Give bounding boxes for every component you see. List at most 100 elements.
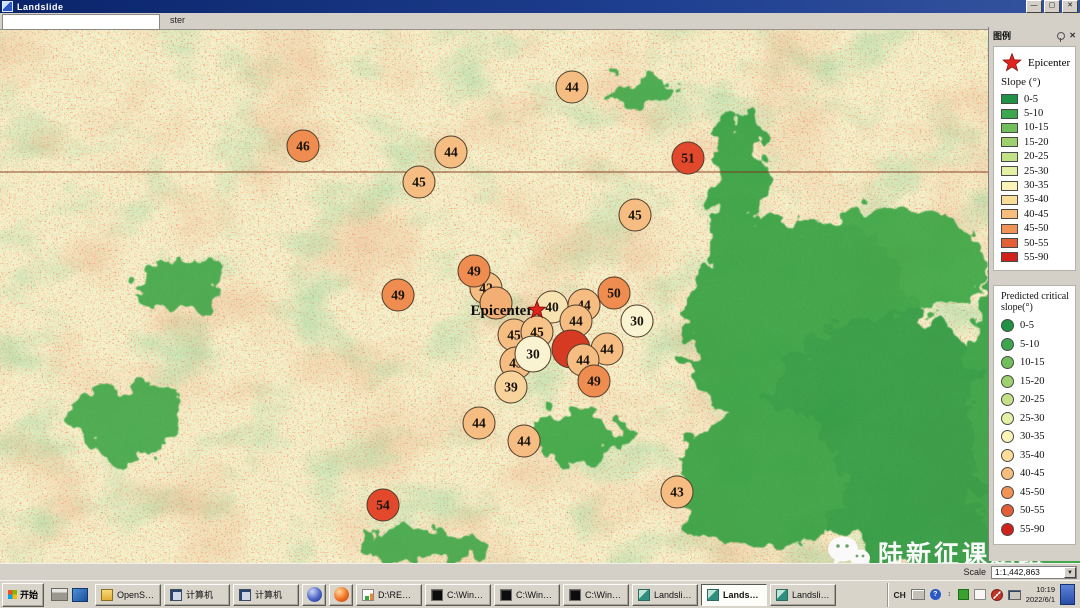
help-icon[interactable]: ? (930, 589, 941, 600)
critical-swatch (1001, 412, 1014, 425)
station-value: 44 (472, 416, 486, 431)
station-value: 40 (545, 300, 559, 315)
window-title: Landslide (17, 2, 64, 12)
tray-icons: ?↕ (911, 589, 1021, 601)
slope-range-label: 25-30 (1024, 166, 1049, 177)
station-value: 44 (565, 80, 579, 95)
slope-range-label: 30-35 (1024, 180, 1049, 191)
updown-icon[interactable]: ↕ (946, 590, 953, 600)
windows-flag-icon (8, 590, 17, 599)
station-value: 45 (628, 208, 642, 223)
monitor-icon[interactable] (1008, 590, 1021, 600)
start-button[interactable]: 开始 (2, 583, 44, 607)
critical-swatch (1001, 393, 1014, 406)
keyboard-icon[interactable] (911, 589, 925, 600)
critical-swatch (1001, 430, 1014, 443)
clock[interactable]: 10:19 2022/6/1 (1026, 585, 1055, 604)
no-entry-icon[interactable] (991, 589, 1003, 601)
station-value: 54 (376, 498, 390, 513)
slope-range-label: 35-40 (1024, 194, 1049, 205)
critical-class-row: 50-55 (1001, 502, 1072, 521)
landslide-icon (638, 589, 650, 601)
taskbar-task-cmd[interactable]: C:\Windows\s... (425, 584, 491, 606)
station-value: 39 (504, 380, 518, 395)
toolbar-field[interactable] (2, 14, 160, 30)
taskbar-task-cmd[interactable]: C:\Windows\s... (494, 584, 560, 606)
critical-range-label: 10-15 (1020, 357, 1045, 368)
epicenter-star-icon (1001, 53, 1023, 73)
station-value: 50 (607, 286, 621, 301)
input-panel-icon[interactable] (1060, 584, 1075, 605)
taskbar-task-folder[interactable]: OpenSees (95, 584, 161, 606)
printer-icon[interactable] (51, 588, 68, 601)
sphere-blue-icon (307, 587, 322, 602)
task-label: Landslide (654, 590, 692, 600)
cmd-icon (500, 589, 512, 601)
legend-panel: 图例 ✕ Epicenter Slope (°) 0-55-1010-1515-… (988, 27, 1080, 561)
slope-swatch (1001, 209, 1018, 219)
slope-class-row: 5-10 (1001, 106, 1072, 120)
slope-raster-map[interactable]: 4446444551454249495044404430454543303944… (0, 30, 1080, 563)
station-value: 44 (600, 342, 614, 357)
slope-range-label: 5-10 (1024, 108, 1043, 119)
slope-range-label: 50-55 (1024, 238, 1049, 249)
chevron-down-icon[interactable]: ▼ (1064, 567, 1076, 578)
slope-class-row: 30-35 (1001, 178, 1072, 192)
map-view[interactable]: 4446444551454249495044404430454543303944… (0, 30, 1080, 563)
slope-swatch (1001, 109, 1018, 119)
station-value: 46 (296, 139, 310, 154)
maximize-button[interactable]: ▢ (1044, 0, 1060, 13)
slope-swatch (1001, 123, 1018, 133)
station-value: 49 (467, 264, 481, 279)
slope-class-row: 45-50 (1001, 222, 1072, 236)
scale-combobox[interactable]: 1:1,442,863 ▼ (991, 566, 1077, 579)
landslide-icon (707, 589, 719, 601)
sphere-orange-icon (334, 587, 349, 602)
critical-range-label: 25-30 (1020, 413, 1045, 424)
taskbar-task-cmd[interactable]: C:\Windows\s... (563, 584, 629, 606)
station-value: 45 (412, 175, 426, 190)
station-value: 49 (391, 288, 405, 303)
green-app-icon[interactable] (958, 589, 969, 600)
critical-range-label: 0-5 (1020, 320, 1034, 331)
clock-time: 10:19 (1026, 585, 1055, 594)
taskbar-task-chart[interactable]: D:\RED-ACT\... (356, 584, 422, 606)
slope-class-row: 15-20 (1001, 135, 1072, 149)
folder-icon (101, 589, 113, 601)
slope-swatch (1001, 195, 1018, 205)
quick-launch (47, 584, 92, 606)
task-buttons: OpenSees计算机计算机D:\RED-ACT\...C:\Windows\s… (95, 584, 836, 606)
scale-value: 1:1,442,863 (992, 567, 1064, 577)
critical-class-row: 40-45 (1001, 465, 1072, 484)
language-indicator[interactable]: CH (894, 590, 906, 600)
taskbar-task-landslide[interactable]: Landslide (632, 584, 698, 606)
taskbar-task-sphere-blue[interactable] (302, 584, 326, 606)
pin-icon[interactable] (1057, 32, 1065, 40)
critical-swatch (1001, 338, 1014, 351)
close-button[interactable]: ✕ (1062, 0, 1078, 13)
taskbar-task-landslide[interactable]: Landslide (770, 584, 836, 606)
epicenter-map-label: Epicenter (471, 303, 534, 319)
title-bar[interactable]: Landslide — ▢ ✕ (0, 0, 1080, 13)
slope-swatch (1001, 238, 1018, 248)
taskbar-task-computer[interactable]: 计算机 (164, 584, 230, 606)
station-value: 30 (526, 347, 540, 362)
minimize-button[interactable]: — (1026, 0, 1042, 13)
legend-close-icon[interactable]: ✕ (1069, 32, 1076, 40)
toolbar-strip: ster (0, 13, 1080, 30)
critical-range-label: 40-45 (1020, 468, 1045, 479)
slope-class-list: 0-55-1010-1515-2020-2525-3030-3535-4040-… (1001, 92, 1072, 265)
taskbar-task-landslide[interactable]: Landslide (701, 584, 767, 606)
critical-class-row: 30-35 (1001, 428, 1072, 447)
critical-class-row: 45-50 (1001, 483, 1072, 502)
powershell-icon[interactable] (72, 588, 88, 602)
flag-icon[interactable] (974, 589, 986, 600)
taskbar-task-sphere-orange[interactable] (329, 584, 353, 606)
task-label: C:\Windows\s... (585, 590, 623, 600)
slope-class-row: 10-15 (1001, 121, 1072, 135)
station-value: 43 (670, 485, 684, 500)
critical-slope-title: Predicted critical slope(°) (1001, 291, 1072, 314)
slope-class-row: 35-40 (1001, 193, 1072, 207)
taskbar-task-computer[interactable]: 计算机 (233, 584, 299, 606)
critical-class-row: 0-5 (1001, 317, 1072, 336)
